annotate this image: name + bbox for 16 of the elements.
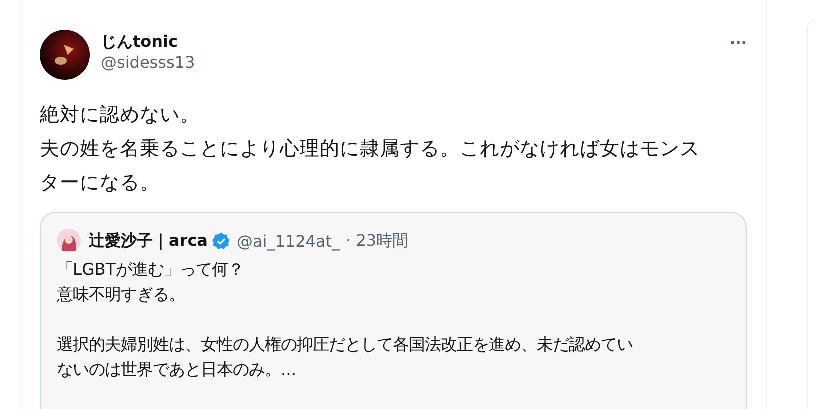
post-time: · 23時間 bbox=[346, 230, 409, 252]
post-text-line: ターになる。 bbox=[40, 170, 160, 196]
quoted-text-line: 選択的夫婦別姓は、女性の人権の抑圧だとして各国法改正を進め、未だ認めてい bbox=[57, 334, 633, 356]
post-text-line: 夫の姓を名乗ることにより心理的に隷属する。これがなければ女はモンス bbox=[40, 136, 700, 162]
avatar bbox=[57, 229, 81, 253]
quoted-tweet-card[interactable]: 辻愛沙子｜arca @ai_1124at_ · 23時間 「LGBTが進む」って何？ 意味不明すぎる。 選択的夫婦別姓は、女性の人権の抑圧だとして各国法改正を進め、未だ認めてい ないのは世界であと日本のみ。... bbox=[40, 212, 747, 409]
avatar[interactable] bbox=[40, 30, 90, 80]
post-text-line: 絶対に認めない。 bbox=[40, 102, 200, 128]
display-name[interactable]: じんtonic bbox=[101, 32, 719, 52]
display-name: 辻愛沙子｜arca bbox=[89, 230, 208, 252]
quoted-text-line: ないのは世界であと日本のみ。... bbox=[57, 359, 297, 381]
quoted-text-line: 「LGBTが進む」って何？ bbox=[57, 259, 244, 281]
user-handle: @ai_1124at_ bbox=[236, 232, 340, 250]
more-options-icon[interactable]: ··· bbox=[730, 34, 747, 52]
user-handle[interactable]: @sidesss13 bbox=[101, 52, 719, 74]
quoted-text-line: 意味不明すぎる。 bbox=[57, 284, 185, 306]
